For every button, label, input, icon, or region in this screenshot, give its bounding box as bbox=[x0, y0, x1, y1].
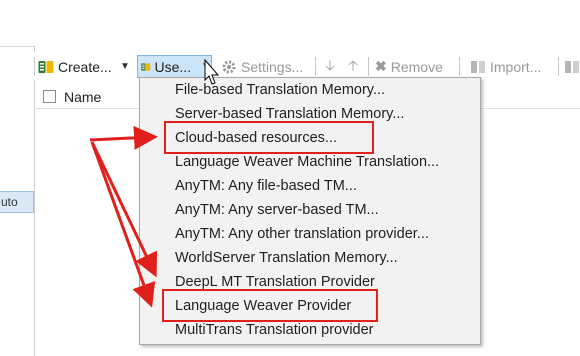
arrow-to-language-weaver bbox=[90, 141, 156, 308]
mouse-cursor-icon bbox=[204, 58, 220, 85]
arrow-to-cloud bbox=[89, 125, 158, 150]
arrow-down-diagonal bbox=[90, 141, 158, 278]
annotation-arrows bbox=[89, 58, 220, 308]
